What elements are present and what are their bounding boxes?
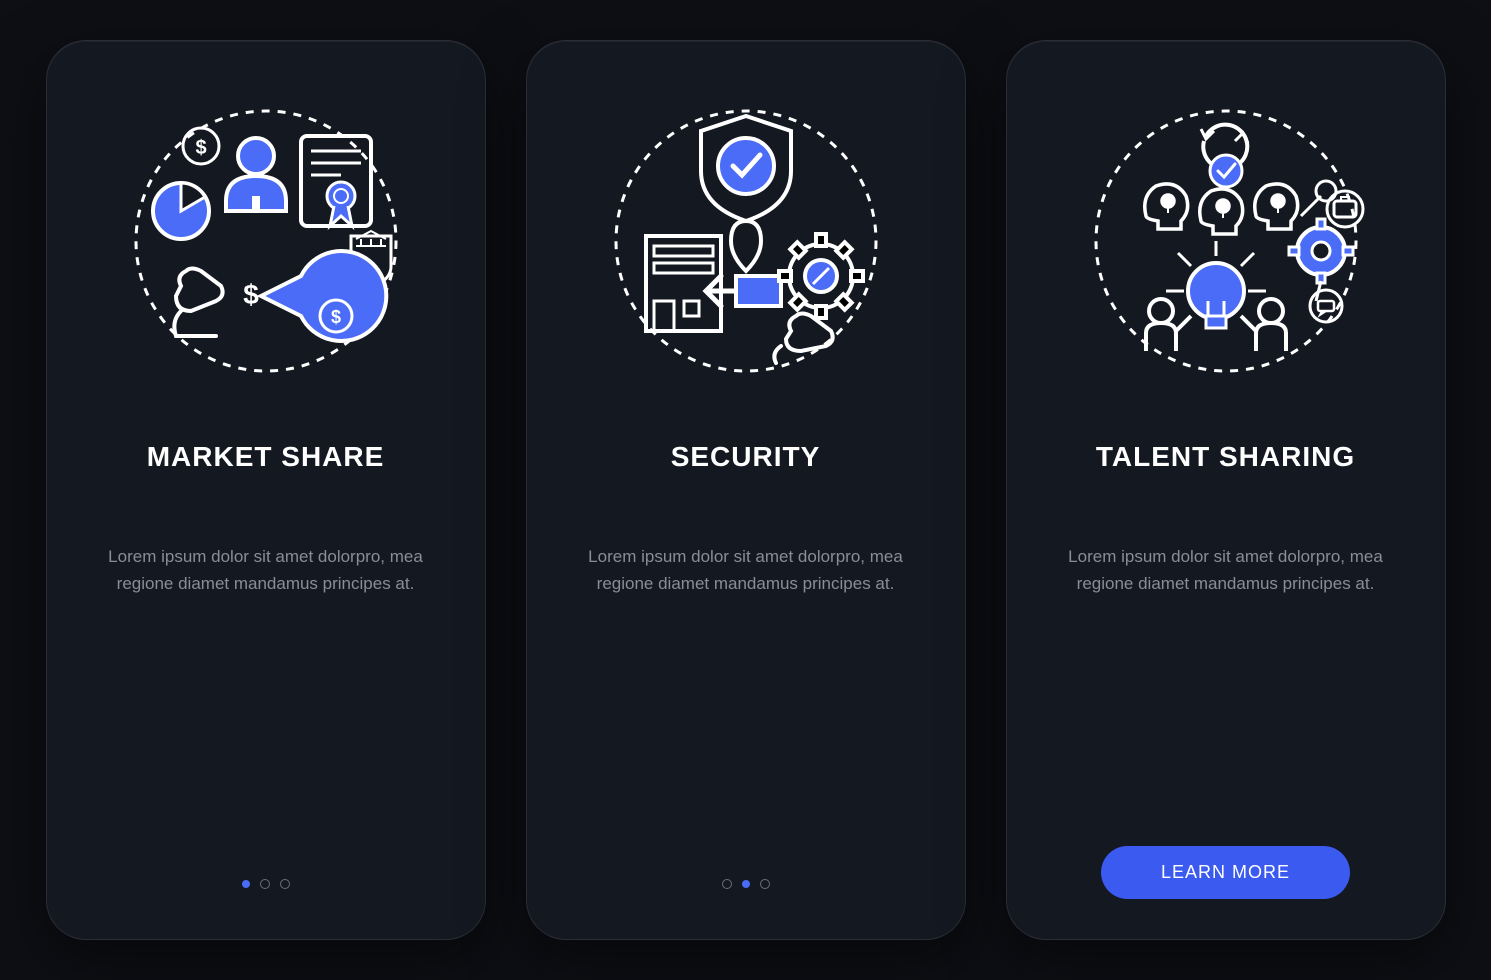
pagination-dot[interactable] [280,879,290,889]
learn-more-button[interactable]: LEARN MORE [1101,846,1350,899]
onboarding-card-talent-sharing: TALENT SHARING Lorem ipsum dolor sit ame… [1006,40,1446,940]
svg-text:$: $ [195,137,206,159]
card-body: Lorem ipsum dolor sit amet dolorpro, mea… [567,543,925,597]
security-icon [606,101,886,381]
card-body: Lorem ipsum dolor sit amet dolorpro, mea… [87,543,445,597]
onboarding-card-security: SECURITY Lorem ipsum dolor sit amet dolo… [526,40,966,940]
card-title: SECURITY [671,441,821,473]
svg-text:$: $ [330,307,340,327]
pagination-dot[interactable] [260,879,270,889]
card-body: Lorem ipsum dolor sit amet dolorpro, mea… [1047,543,1405,597]
pagination-dot[interactable] [742,880,750,888]
svg-text:$: $ [243,279,259,310]
card-title: MARKET SHARE [147,441,385,473]
pagination-dots [242,879,290,889]
pagination-dot[interactable] [760,879,770,889]
card-title: TALENT SHARING [1096,441,1355,473]
onboarding-card-market-share: $ $ $ MARKET SHARE Lor [46,40,486,940]
pagination-dot[interactable] [722,879,732,889]
pagination-dot[interactable] [242,880,250,888]
market-share-icon: $ $ $ [126,101,406,381]
talent-sharing-icon [1086,101,1366,381]
pagination-dots [722,879,770,889]
